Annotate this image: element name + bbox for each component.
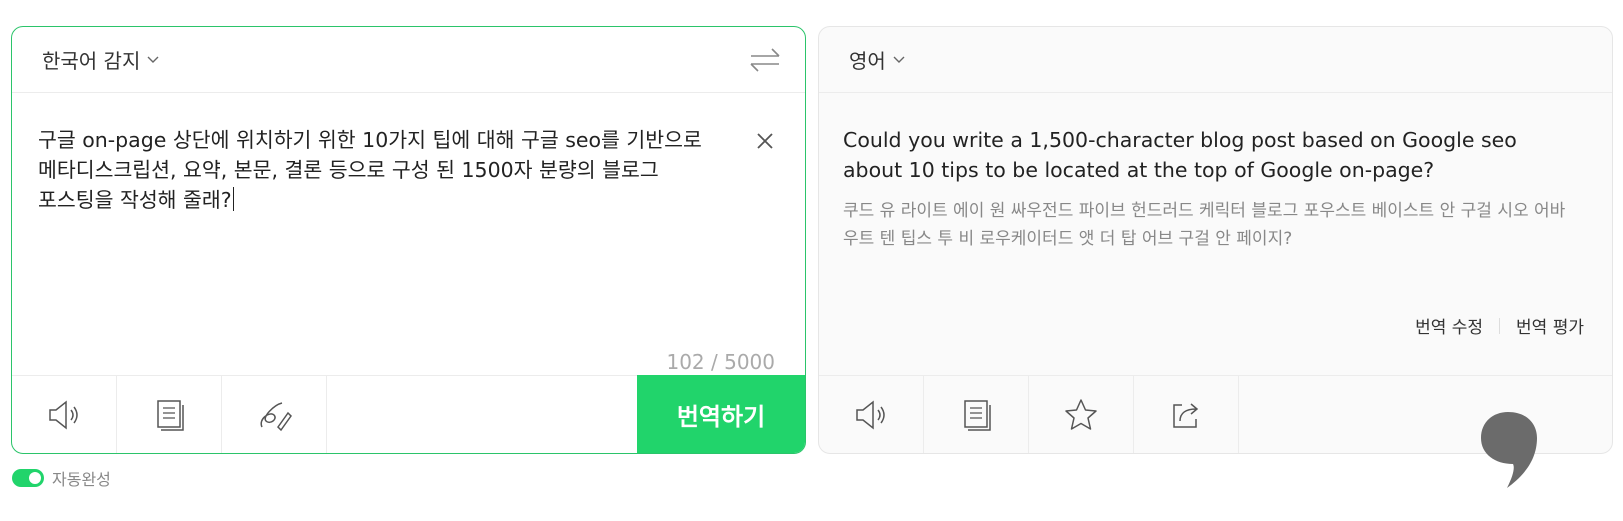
edit-translation-link[interactable]: 번역 수정 bbox=[1415, 313, 1483, 338]
character-counter: 102 / 5000 bbox=[666, 350, 775, 374]
swap-languages-icon[interactable] bbox=[749, 47, 781, 73]
target-share-button[interactable] bbox=[1134, 376, 1239, 453]
source-text: 구글 on-page 상단에 위치하기 위한 10가지 팁에 대해 구글 seo… bbox=[38, 128, 709, 212]
source-panel: 한국어 감지 구글 on-page 상단에 위치하기 위한 10가지 팁에 대해… bbox=[11, 26, 806, 454]
text-caret bbox=[232, 187, 234, 211]
source-language-bar: 한국어 감지 bbox=[12, 27, 805, 93]
rate-translation-link[interactable]: 번역 평가 bbox=[1516, 313, 1584, 338]
autocomplete-toggle[interactable] bbox=[12, 469, 44, 487]
target-panel: 영어 Could you write a 1,500-character blo… bbox=[818, 26, 1613, 454]
speaker-icon bbox=[856, 399, 885, 430]
copy-icon bbox=[964, 399, 991, 431]
action-divider bbox=[1499, 317, 1501, 334]
target-favorite-button[interactable] bbox=[1029, 376, 1134, 453]
share-icon bbox=[1173, 402, 1199, 428]
star-icon bbox=[1065, 398, 1097, 430]
speaker-icon bbox=[49, 399, 78, 430]
autocomplete-label: 자동완성 bbox=[52, 470, 111, 489]
translation-actions: 번역 수정 번역 평가 bbox=[1415, 313, 1584, 338]
handwriting-icon bbox=[260, 401, 292, 431]
chevron-down-icon bbox=[893, 56, 905, 63]
source-text-input[interactable]: 구글 on-page 상단에 위치하기 위한 10가지 팁에 대해 구글 seo… bbox=[38, 125, 738, 215]
copy-icon bbox=[157, 399, 184, 431]
target-language-label: 영어 bbox=[849, 49, 886, 73]
target-listen-button[interactable] bbox=[819, 376, 924, 453]
translate-button[interactable]: 번역하기 bbox=[637, 375, 805, 453]
source-listen-button[interactable] bbox=[12, 376, 117, 453]
clear-text-icon[interactable] bbox=[755, 131, 775, 151]
target-language-select[interactable]: 영어 bbox=[849, 45, 906, 74]
source-language-label: 한국어 감지 bbox=[42, 49, 141, 73]
translated-text: Could you write a 1,500-character blog p… bbox=[843, 128, 1517, 182]
target-copy-button[interactable] bbox=[924, 376, 1029, 453]
comma-logo-icon bbox=[1481, 412, 1537, 488]
target-language-bar: 영어 bbox=[819, 27, 1612, 93]
source-language-select[interactable]: 한국어 감지 bbox=[42, 45, 160, 74]
chevron-down-icon bbox=[147, 56, 159, 63]
source-handwriting-button[interactable] bbox=[222, 376, 327, 453]
autocomplete-setting: 자동완성 bbox=[12, 466, 111, 490]
pronunciation-text: 쿠드 유 라이트 에이 원 싸우전드 파이브 헌드러드 케릭터 블로그 포우스트… bbox=[843, 201, 1566, 249]
source-copy-button[interactable] bbox=[117, 376, 222, 453]
